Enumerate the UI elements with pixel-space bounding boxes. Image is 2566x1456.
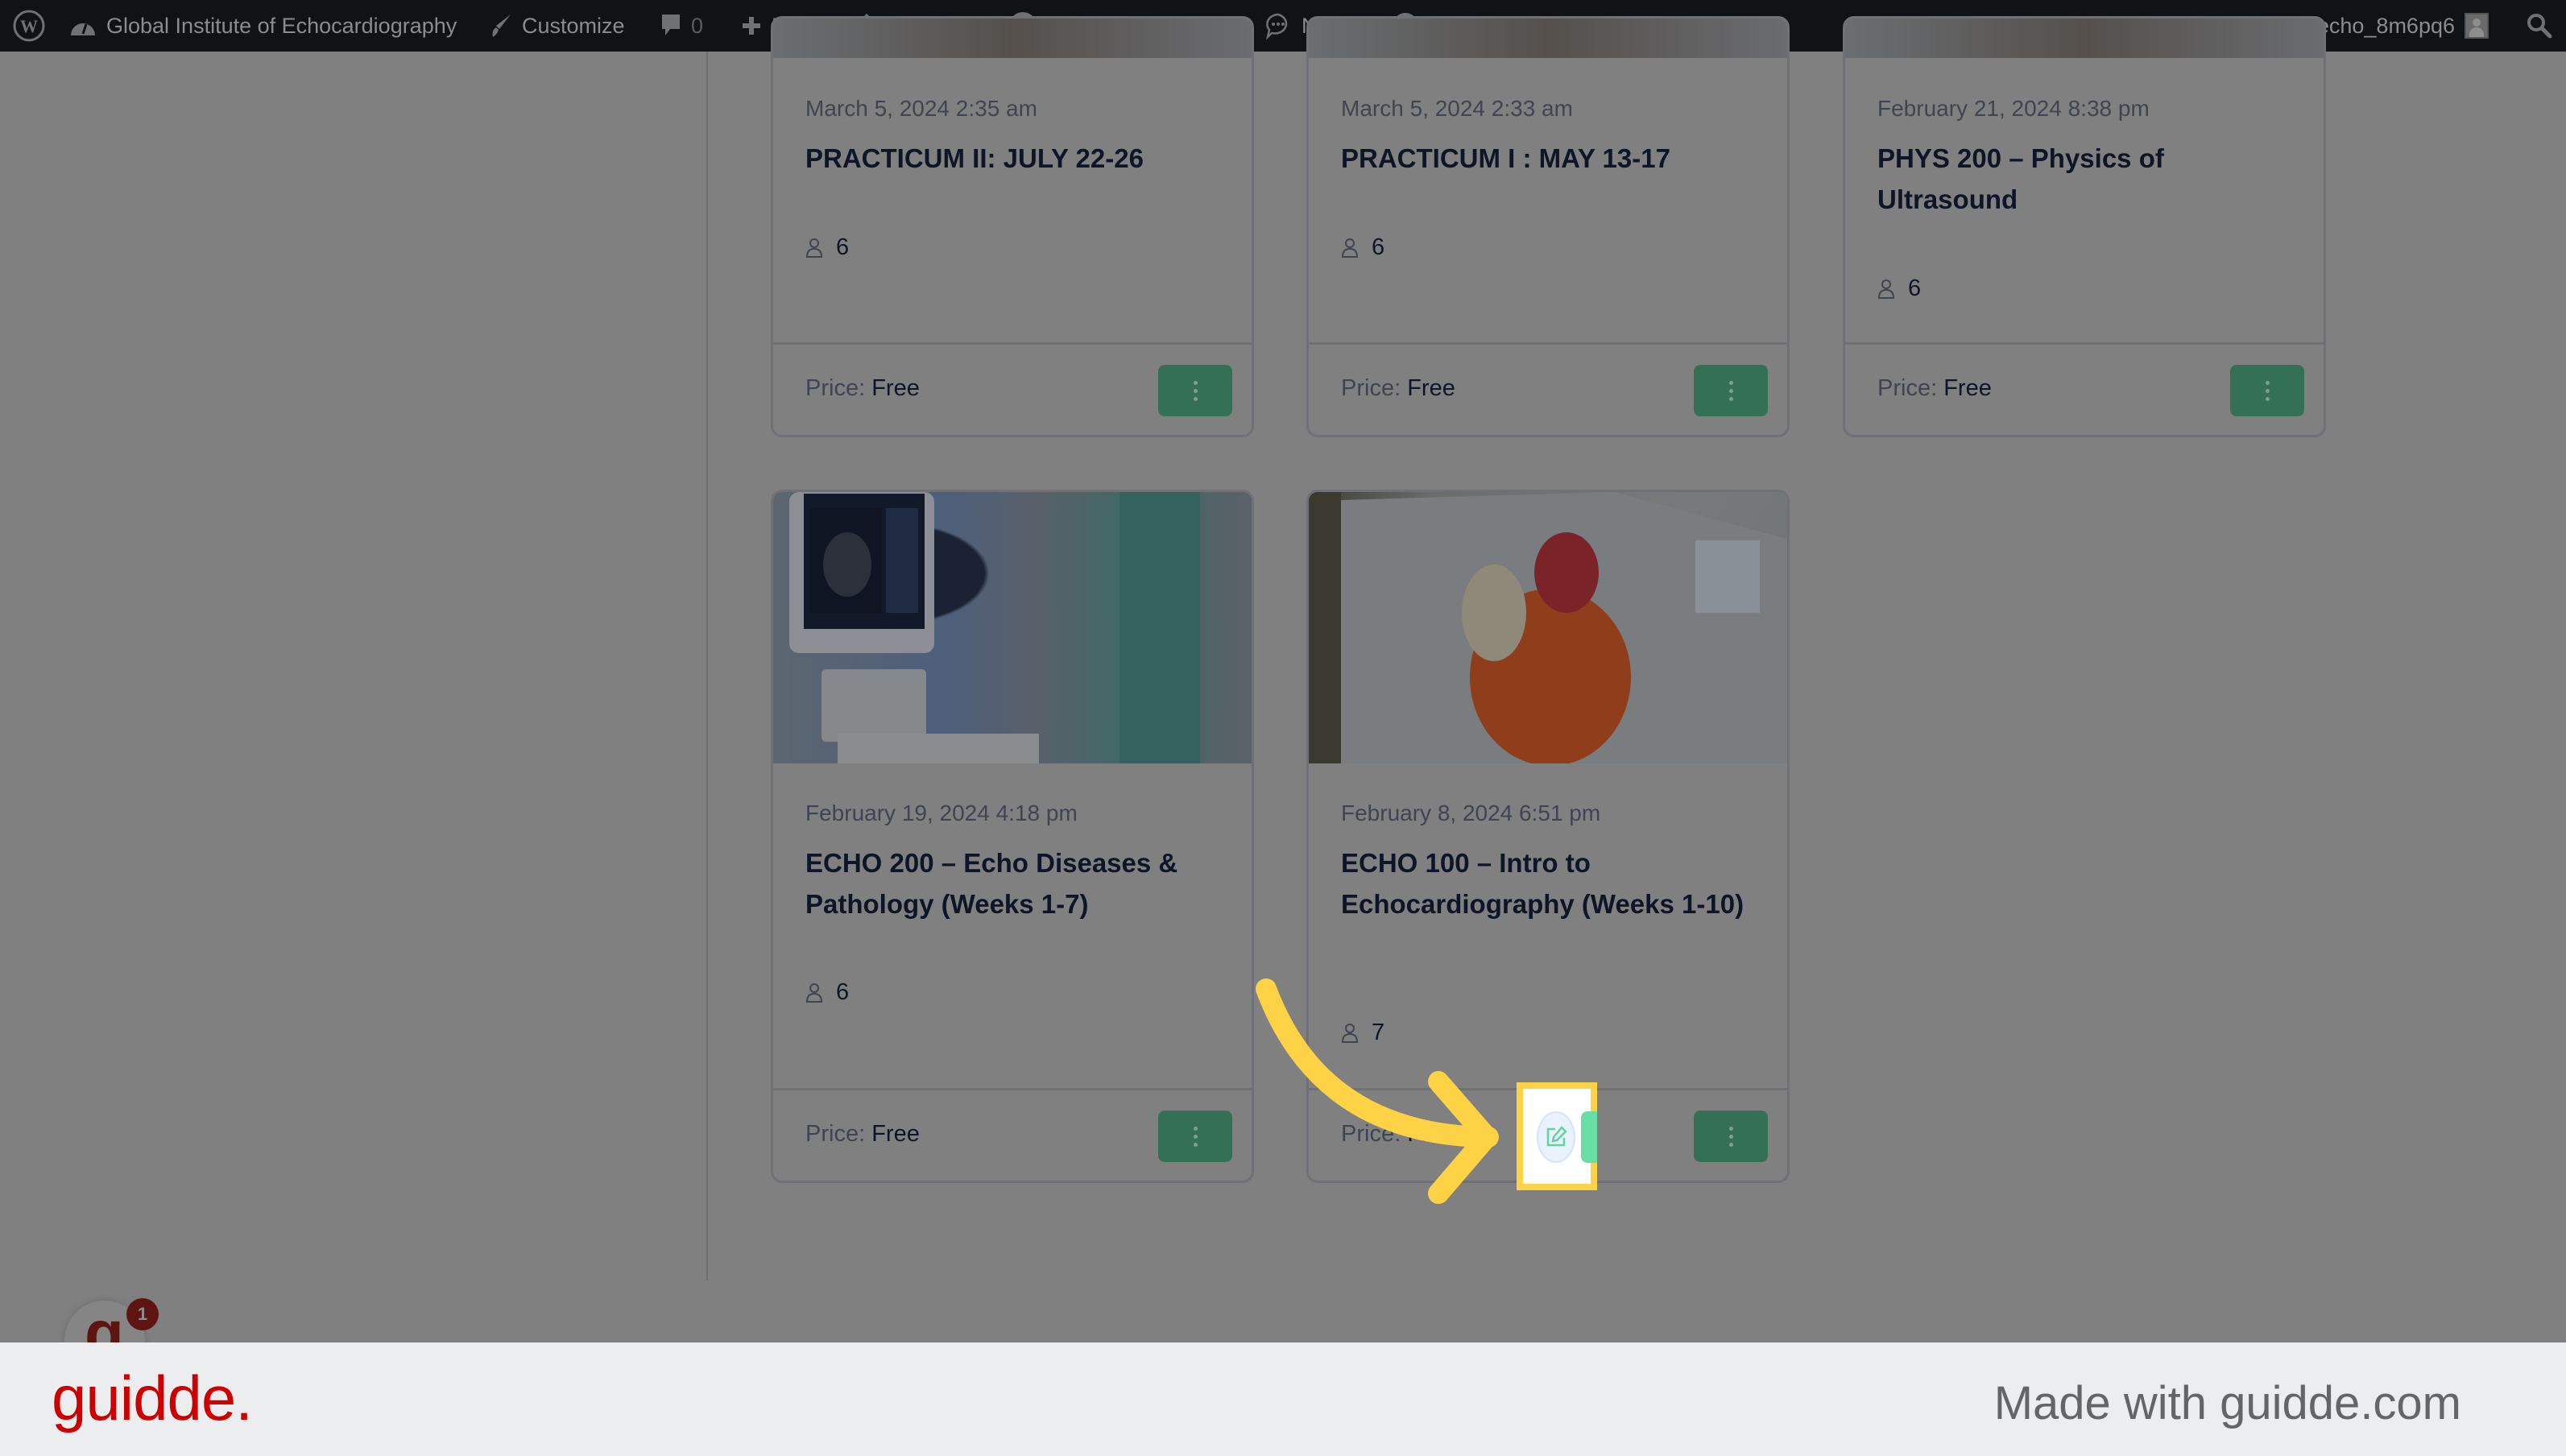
enrolled-count: 6 [805, 234, 849, 261]
enrolled-number: 7 [1372, 1020, 1385, 1045]
made-with-text: Made with guidde.com [1993, 1377, 2461, 1429]
ultrasound-machine-image [789, 492, 1200, 763]
course-thumbnail-heart[interactable] [1309, 492, 1787, 766]
price-value: Free [1943, 375, 1992, 401]
price: Price: Free [805, 375, 920, 401]
edit-course-button[interactable] [1537, 1111, 1575, 1163]
more-options-button[interactable] [1158, 365, 1232, 416]
price: Price: Free [805, 1121, 920, 1147]
enrolled-count: 6 [1877, 275, 1921, 302]
wordpress-icon: W [13, 10, 45, 42]
comments-count: 0 [691, 13, 704, 38]
enrolled-count: 6 [805, 979, 849, 1006]
search-icon [2526, 12, 2553, 39]
svg-text:W: W [20, 16, 38, 36]
card-footer: Price: Free [1309, 342, 1787, 435]
heart-model-image [1309, 492, 1787, 766]
customize-label: Customize [522, 13, 625, 38]
course-thumbnail [773, 19, 1252, 58]
site-name: Global Institute of Echocardiography [106, 13, 457, 38]
price-value: Free [871, 375, 920, 401]
course-card[interactable]: March 5, 2024 2:33 am PRACTICUM I : MAY … [1306, 16, 1790, 437]
more-options-button[interactable] [1694, 1111, 1768, 1162]
user-icon [1341, 238, 1359, 258]
course-card[interactable]: February 8, 2024 6:51 pm ECHO 100 – Intr… [1306, 490, 1790, 1183]
user-avatar [2465, 13, 2489, 39]
user-icon [1341, 1023, 1359, 1043]
guidde-footer: guidde. Made with guidde.com [0, 1342, 2566, 1456]
notification-badge: 1 [126, 1298, 159, 1330]
user-icon [1877, 279, 1895, 299]
enrolled-number: 6 [1908, 275, 1922, 301]
more-options-button[interactable] [1158, 1111, 1232, 1162]
search-button[interactable] [2526, 0, 2553, 52]
course-date: March 5, 2024 2:35 am [805, 96, 1037, 121]
sidebar-divider [706, 52, 708, 1280]
enrolled-number: 6 [1372, 234, 1385, 260]
course-card[interactable]: February 21, 2024 8:38 pm PHYS 200 – Phy… [1843, 16, 2326, 437]
user-icon [805, 238, 823, 258]
price-value: Free [871, 1121, 920, 1147]
brush-icon [490, 13, 512, 39]
course-title[interactable]: PRACTICUM II: JULY 22-26 [805, 138, 1219, 179]
card-footer: Price: Free [773, 1088, 1252, 1181]
enrolled-count: 7 [1341, 1020, 1384, 1046]
edit-icon [1546, 1126, 1567, 1147]
course-date: February 21, 2024 8:38 pm [1877, 96, 2150, 121]
card-footer: Price: Free [1845, 342, 2324, 435]
dashboard-gauge-icon [69, 14, 97, 37]
course-title[interactable]: ECHO 100 – Intro to Echocardiography (We… [1341, 842, 1755, 924]
enrolled-number: 6 [836, 979, 850, 1005]
price: Price: Free [1341, 1121, 1455, 1147]
price-value: Free [1407, 375, 1455, 401]
course-date: February 8, 2024 6:51 pm [1341, 800, 1601, 825]
comments-link[interactable]: 0 [660, 0, 703, 52]
course-title[interactable]: PRACTICUM I : MAY 13-17 [1341, 138, 1755, 179]
speech-bubble-icon [1264, 12, 1292, 39]
more-options-button-edge [1581, 1111, 1597, 1163]
course-title[interactable]: ECHO 200 – Echo Diseases & Pathology (We… [805, 842, 1219, 924]
course-thumbnail [1845, 19, 2324, 58]
enrolled-count: 6 [1341, 234, 1384, 261]
comment-bubble-icon [660, 13, 681, 39]
more-options-button[interactable] [1694, 365, 1768, 416]
price: Price: Free [1877, 375, 1992, 401]
course-card[interactable]: March 5, 2024 2:35 am PRACTICUM II: JULY… [771, 16, 1254, 437]
site-name-link[interactable]: Global Institute of Echocardiography [69, 0, 457, 52]
course-thumbnail [1309, 19, 1787, 58]
customize-link[interactable]: Customize [490, 0, 625, 52]
course-date: February 19, 2024 4:18 pm [805, 800, 1078, 825]
kebab-dot [1193, 380, 1198, 385]
price-value: Free [1407, 1121, 1455, 1147]
card-footer: Price: Free [773, 342, 1252, 435]
course-date: March 5, 2024 2:33 am [1341, 96, 1573, 121]
user-icon [805, 982, 823, 1003]
plus-icon [741, 15, 762, 36]
course-card[interactable]: February 19, 2024 4:18 pm ECHO 200 – Ech… [771, 490, 1254, 1183]
course-title[interactable]: PHYS 200 – Physics of Ultrasound [1877, 138, 2291, 220]
wordpress-logo-button[interactable]: W [13, 0, 45, 52]
guidde-logo: guidde. [52, 1363, 253, 1433]
more-options-button[interactable] [2230, 365, 2304, 416]
enrolled-number: 6 [836, 234, 850, 260]
course-thumbnail-ultrasound[interactable] [773, 492, 1252, 763]
price: Price: Free [1341, 375, 1455, 401]
